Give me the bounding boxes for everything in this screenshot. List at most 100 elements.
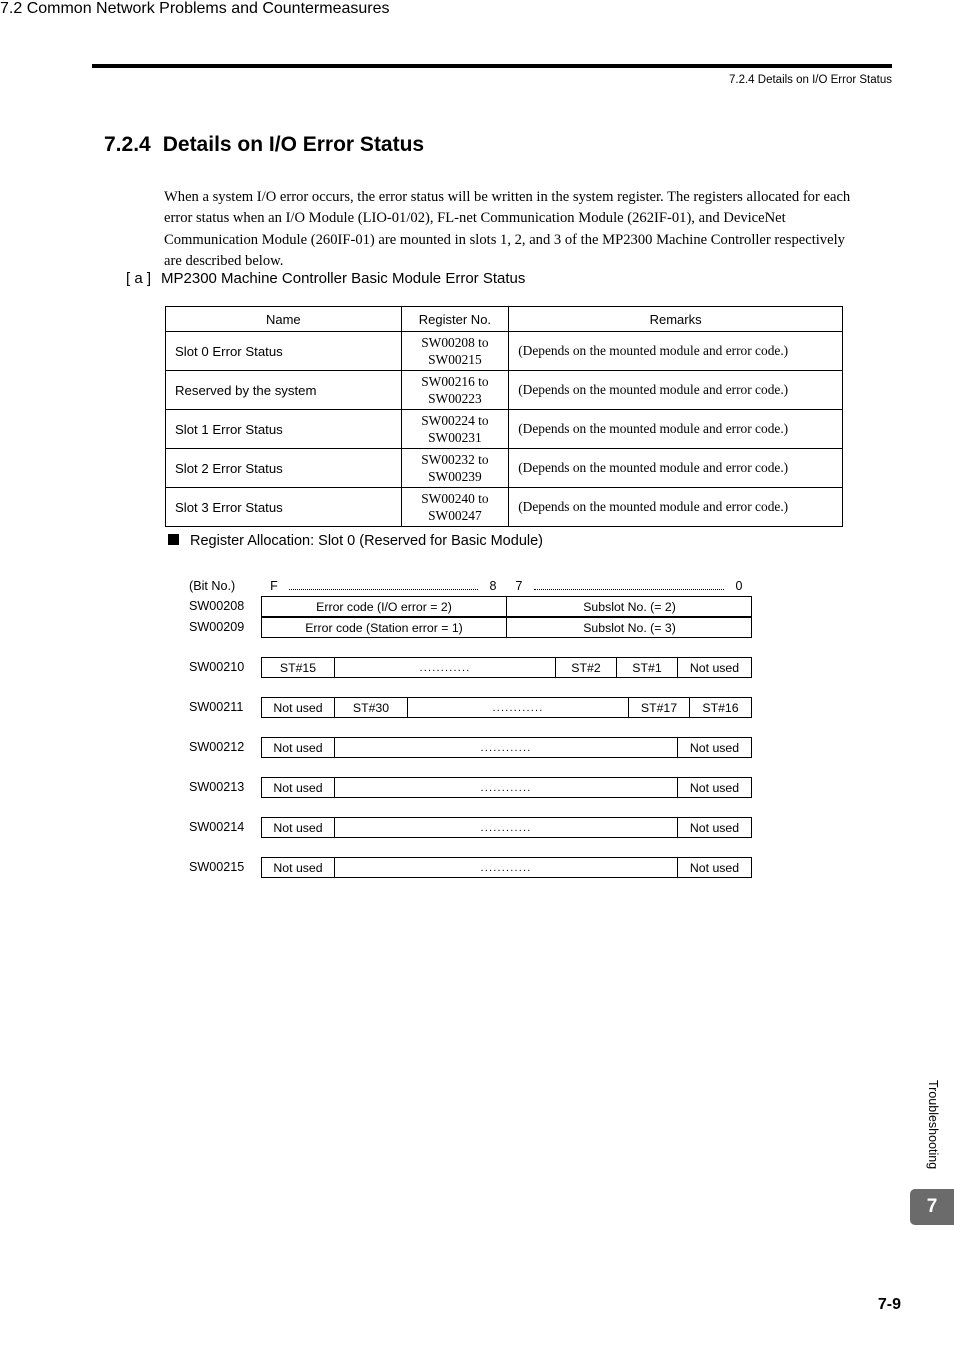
bit-field-cell: ST#17 [629,698,690,717]
side-tab-label: Troubleshooting [926,1080,940,1170]
section-number: 7.2.4 [104,133,151,156]
bit-field-cell: ST#1 [617,658,678,677]
column-header-name: Name [165,306,402,332]
bit-field-cell: Not used [262,858,335,877]
table-header-row: Name Register No. Remarks [165,306,843,332]
table-row: Slot 2 Error Status SW00232 to SW00239 (Dep… [165,448,843,488]
register-label: SW00215 [189,860,245,874]
column-header-remarks: Remarks [508,306,843,332]
bit-field-ellipsis: ............ [335,658,556,677]
register-range-start: SW00240 to [421,491,489,506]
register-row: SW00214 Not used............ Not used [189,817,752,838]
subsection-title: MP2300 Machine Controller Basic Module E… [161,270,526,287]
register-range-start: SW00216 to [421,374,489,389]
register-range-end: SW00239 [428,469,482,484]
bit-number-scale: F 8 7 0 [261,576,752,596]
error-status-table: Name Register No. Remarks Slot 0 Error S… [165,306,843,527]
bit-field-cell: ST#16 [702,700,739,715]
bit-field-cell: Not used [689,820,740,835]
table-row: Slot 3 Error Status SW00240 to SW00247 (Dep… [165,487,843,527]
register-range-start: SW00232 to [421,452,489,467]
header-rule [92,64,892,68]
register-row: SW00210 ST#15............ ST#2 ST#1 Not used [189,657,752,678]
square-bullet-icon [168,534,179,545]
row-spacer [189,718,752,737]
register-label: SW00211 [189,700,244,714]
register-bit-field: Not used............ Not used [261,777,752,798]
register-label: SW00208 [189,599,245,613]
page-header: 7.2 Common Network Problems and Counterm… [0,0,954,96]
register-range-end: SW00247 [428,508,482,523]
register-label: SW00210 [189,660,245,674]
bit-field-ellipsis: ............ [335,738,678,757]
register-range-end: SW00215 [428,352,482,367]
register-label: SW00213 [189,780,245,794]
cell-remarks: (Depends on the mounted module and error… [508,409,843,449]
bit-field-ellipsis: ............ [335,858,678,877]
bit-field-cell: Not used [262,818,335,837]
bit-scale-leader-low [534,580,724,590]
bit-field-cell: Not used [689,740,740,755]
register-bit-field: Not used............ Not used [261,817,752,838]
row-spacer [189,638,752,657]
column-header-register-no: Register No. [400,306,510,332]
cell-name: Slot 3 Error Status [165,487,402,527]
bit-field-cell: ST#15 [262,658,335,677]
bit-field-cell: Not used [262,698,335,717]
cell-register-no: SW00216 to SW00223 [400,370,510,410]
row-spacer [189,758,752,777]
register-label: SW00212 [189,740,245,754]
table-row: Slot 0 Error Status SW00208 to SW00215 (Dep… [165,331,843,371]
register-range-end: SW00223 [428,391,482,406]
bit-label-7: 7 [515,579,523,593]
bit-field-cell: Not used [262,738,335,757]
row-spacer [189,678,752,697]
table-row: Slot 1 Error Status SW00224 to SW00231 (Dep… [165,409,843,449]
register-range-start: SW00224 to [421,413,489,428]
bit-number-label: (Bit No.) [189,579,236,593]
subsection-tag: [ a ] [126,270,152,287]
subsection-heading: [ a ] MP2300 Machine Controller Basic Mod… [126,270,525,287]
register-bit-field: Not used ST#30............ ST#17 ST#16 [261,697,752,718]
bit-field-cell: Not used [689,780,740,795]
bit-field-ellipsis: ............ [335,818,678,837]
bit-field-cell: Not used [689,860,740,875]
bit-field-cell: Subslot No. (= 3) [583,620,676,635]
bit-field-cell: ST#30 [335,698,408,717]
cell-name: Reserved by the system [165,370,402,410]
register-bit-field: Error code (Station error = 1) Subslot No… [261,617,752,638]
cell-remarks: (Depends on the mounted module and error… [508,370,843,410]
register-range-end: SW00231 [428,430,482,445]
bit-label-f: F [270,579,278,593]
register-row: SW00215 Not used............ Not used [189,857,752,878]
bit-label-8: 8 [489,579,497,593]
register-label: SW00209 [189,620,245,634]
row-spacer [189,838,752,857]
cell-remarks: (Depends on the mounted module and error… [508,331,843,371]
bit-allocation-diagram: (Bit No.) F 8 7 0 SW00208 Error code (I/O… [189,576,752,878]
bit-field-cell: Not used [262,778,335,797]
page-number: 7-9 [877,1296,901,1313]
register-range-start: SW00208 to [421,335,489,350]
register-bit-field: ST#15............ ST#2 ST#1 Not used [261,657,752,678]
bit-field-ellipsis: ............ [335,778,678,797]
table-row: Reserved by the system SW00216 to SW00223 (… [165,370,843,410]
row-spacer [189,798,752,817]
cell-register-no: SW00232 to SW00239 [400,448,510,488]
bit-field-cell: ST#2 [556,658,617,677]
register-label: SW00214 [189,820,245,834]
cell-register-no: SW00224 to SW00231 [400,409,510,449]
register-row: SW00208 Error code (I/O error = 2) Subslot… [189,596,752,617]
cell-remarks: (Depends on the mounted module and error… [508,487,843,527]
register-allocation-heading: Register Allocation: Slot 0 (Reserved fo… [168,533,543,549]
cell-name: Slot 1 Error Status [165,409,402,449]
register-row: SW00212 Not used............ Not used [189,737,752,758]
register-allocation-heading-text: Register Allocation: Slot 0 (Reserved fo… [190,533,543,549]
register-bit-field: Error code (I/O error = 2) Subslot No. (=… [261,596,752,617]
bit-field-ellipsis: ............ [408,698,629,717]
register-row: SW00213 Not used............ Not used [189,777,752,798]
register-row: SW00209 Error code (Station error = 1) Sub… [189,617,752,638]
bit-scale-high-byte: F 8 [261,576,506,596]
bit-field-cell: Error code (Station error = 1) [262,618,507,637]
page-title: 7.2.4 Details on I/O Error Status [104,133,424,157]
